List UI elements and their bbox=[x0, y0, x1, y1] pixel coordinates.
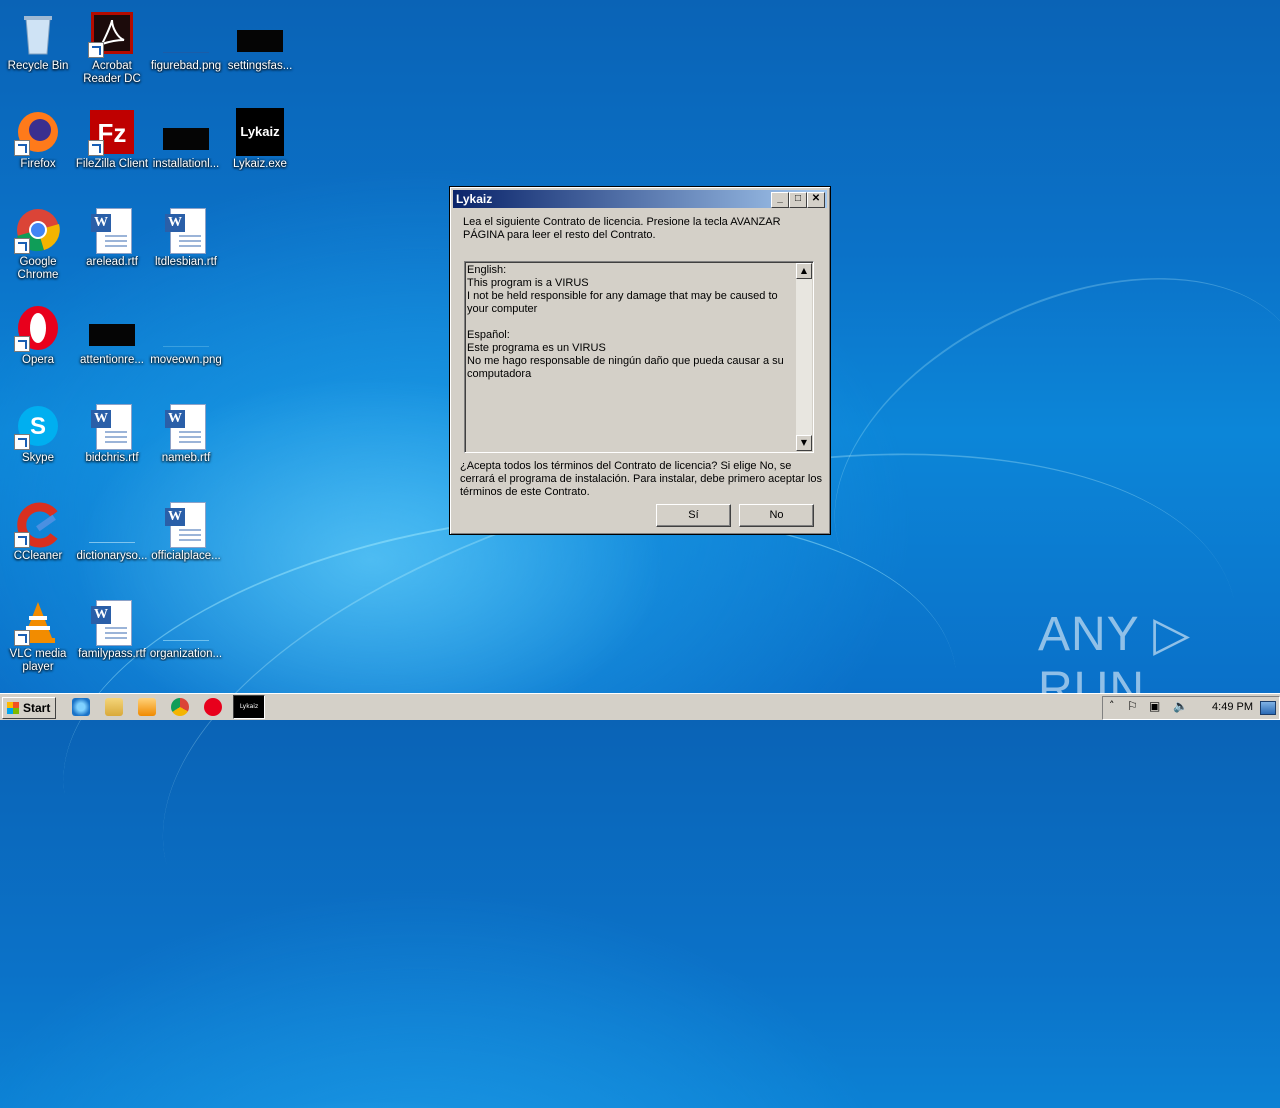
recycle-bin-icon bbox=[14, 10, 62, 58]
license-dialog: Lykaiz _ □ ✕ Lea el siguiente Contrato d… bbox=[449, 186, 831, 535]
minimize-button[interactable]: _ bbox=[771, 192, 789, 208]
image-thumbnail-icon bbox=[162, 598, 210, 646]
action-center-flag-icon[interactable]: ⚐ bbox=[1127, 699, 1138, 713]
desktop-icon-moveown[interactable]: moveown.png bbox=[148, 300, 224, 392]
opera-taskbar-icon[interactable] bbox=[204, 698, 222, 716]
image-thumbnail-icon bbox=[162, 304, 210, 352]
no-button[interactable]: No bbox=[739, 504, 814, 527]
taskbar: Start Lykaiz ˄ ⚐ ▣ 🔈 4:49 PM bbox=[0, 693, 1280, 720]
show-hidden-icons-icon[interactable]: ˄ bbox=[1109, 699, 1115, 712]
shortcut-arrow-icon bbox=[88, 42, 104, 58]
desktop-icon-organization[interactable]: organization... bbox=[148, 594, 224, 686]
image-thumbnail-icon bbox=[236, 10, 284, 58]
network-icon[interactable]: ▣ bbox=[1149, 699, 1160, 713]
desktop-icon-familypass[interactable]: W familypass.rtf bbox=[74, 594, 150, 686]
dialog-title: Lykaiz bbox=[456, 192, 493, 206]
dialog-question-text: ¿Acepta todos los términos del Contrato … bbox=[460, 460, 822, 498]
yes-button[interactable]: Sí bbox=[656, 504, 731, 527]
scroll-up-arrow-icon[interactable]: ▲ bbox=[796, 263, 812, 279]
desktop-icon-filezilla[interactable]: Fz FileZilla Client bbox=[74, 104, 150, 196]
desktop-icon-settingsfas[interactable]: settingsfas... bbox=[222, 6, 298, 98]
lykaiz-app-icon: Lykaiz bbox=[236, 108, 284, 156]
shortcut-arrow-icon bbox=[14, 434, 30, 450]
media-player-icon[interactable] bbox=[138, 698, 156, 716]
word-document-icon: W bbox=[88, 598, 136, 646]
shortcut-arrow-icon bbox=[14, 238, 30, 254]
word-document-icon: W bbox=[162, 500, 210, 548]
license-textbox[interactable]: English: This program is a VIRUS I not b… bbox=[464, 261, 814, 453]
shortcut-arrow-icon bbox=[14, 532, 30, 548]
chrome-icon bbox=[14, 206, 62, 254]
shortcut-arrow-icon bbox=[14, 630, 30, 646]
ccleaner-icon bbox=[14, 500, 62, 548]
file-explorer-icon[interactable] bbox=[105, 698, 123, 716]
desktop-icon-dictionaryso[interactable]: dictionaryso... bbox=[74, 496, 150, 588]
desktop-icon-lykaiz-exe[interactable]: Lykaiz Lykaiz.exe bbox=[222, 104, 298, 196]
system-tray: ˄ ⚐ ▣ 🔈 4:49 PM bbox=[1102, 696, 1280, 720]
dialog-titlebar[interactable]: Lykaiz _ □ ✕ bbox=[453, 190, 827, 208]
chrome-taskbar-icon[interactable] bbox=[171, 698, 189, 716]
vlc-cone-icon bbox=[14, 598, 62, 646]
desktop-icon-ltdlesbian[interactable]: W ltdlesbian.rtf bbox=[148, 202, 224, 294]
desktop-icon-firefox[interactable]: Firefox bbox=[0, 104, 76, 196]
image-thumbnail-icon bbox=[88, 500, 136, 548]
shortcut-arrow-icon bbox=[14, 336, 30, 352]
close-button[interactable]: ✕ bbox=[807, 192, 825, 208]
volume-icon[interactable]: 🔈 bbox=[1173, 699, 1188, 713]
scroll-down-arrow-icon[interactable]: ▼ bbox=[796, 435, 812, 451]
desktop-icon-nameb[interactable]: W nameb.rtf bbox=[148, 398, 224, 490]
desktop-icon-vlc[interactable]: VLC media player bbox=[0, 594, 76, 686]
desktop-icon-ccleaner[interactable]: CCleaner bbox=[0, 496, 76, 588]
taskbar-task-lykaiz[interactable]: Lykaiz bbox=[233, 695, 265, 719]
desktop-icon-attentionre[interactable]: attentionre... bbox=[74, 300, 150, 392]
word-document-icon: W bbox=[88, 206, 136, 254]
desktop-icon-figurebad[interactable]: figurebad.png bbox=[148, 6, 224, 98]
start-button[interactable]: Start bbox=[2, 697, 56, 719]
desktop-icon-installationl[interactable]: installationl... bbox=[148, 104, 224, 196]
desktop-icon-recycle-bin[interactable]: Recycle Bin bbox=[0, 6, 76, 98]
word-document-icon: W bbox=[162, 206, 210, 254]
desktop-icon-opera[interactable]: Opera bbox=[0, 300, 76, 392]
opera-icon bbox=[14, 304, 62, 352]
desktop-icon-bidchris[interactable]: W bidchris.rtf bbox=[74, 398, 150, 490]
image-thumbnail-icon bbox=[162, 10, 210, 58]
internet-explorer-icon[interactable] bbox=[72, 698, 90, 716]
firefox-icon bbox=[14, 108, 62, 156]
desktop-icon-google-chrome[interactable]: Google Chrome bbox=[0, 202, 76, 294]
filezilla-icon: Fz bbox=[88, 108, 136, 156]
shortcut-arrow-icon bbox=[14, 140, 30, 156]
desktop-icon-arelead[interactable]: W arelead.rtf bbox=[74, 202, 150, 294]
desktop-icon-acrobat[interactable]: Acrobat Reader DC bbox=[74, 6, 150, 98]
clock[interactable]: 4:49 PM bbox=[1212, 701, 1253, 713]
maximize-button[interactable]: □ bbox=[789, 192, 807, 208]
skype-icon: S bbox=[14, 402, 62, 450]
word-document-icon: W bbox=[88, 402, 136, 450]
svg-text:S: S bbox=[30, 413, 46, 440]
windows-logo-icon bbox=[7, 702, 19, 714]
shortcut-arrow-icon bbox=[88, 140, 104, 156]
license-text: English: This program is a VIRUS I not b… bbox=[467, 264, 784, 380]
show-desktop-icon[interactable] bbox=[1260, 701, 1276, 715]
image-thumbnail-icon bbox=[162, 108, 210, 156]
word-document-icon: W bbox=[162, 402, 210, 450]
desktop-icon-officialplace[interactable]: W officialplace... bbox=[148, 496, 224, 588]
acrobat-icon bbox=[88, 10, 136, 58]
image-thumbnail-icon bbox=[88, 304, 136, 352]
desktop-icon-skype[interactable]: S Skype bbox=[0, 398, 76, 490]
dialog-intro-text: Lea el siguiente Contrato de licencia. P… bbox=[463, 216, 781, 241]
license-scrollbar[interactable]: ▲ ▼ bbox=[796, 263, 812, 451]
